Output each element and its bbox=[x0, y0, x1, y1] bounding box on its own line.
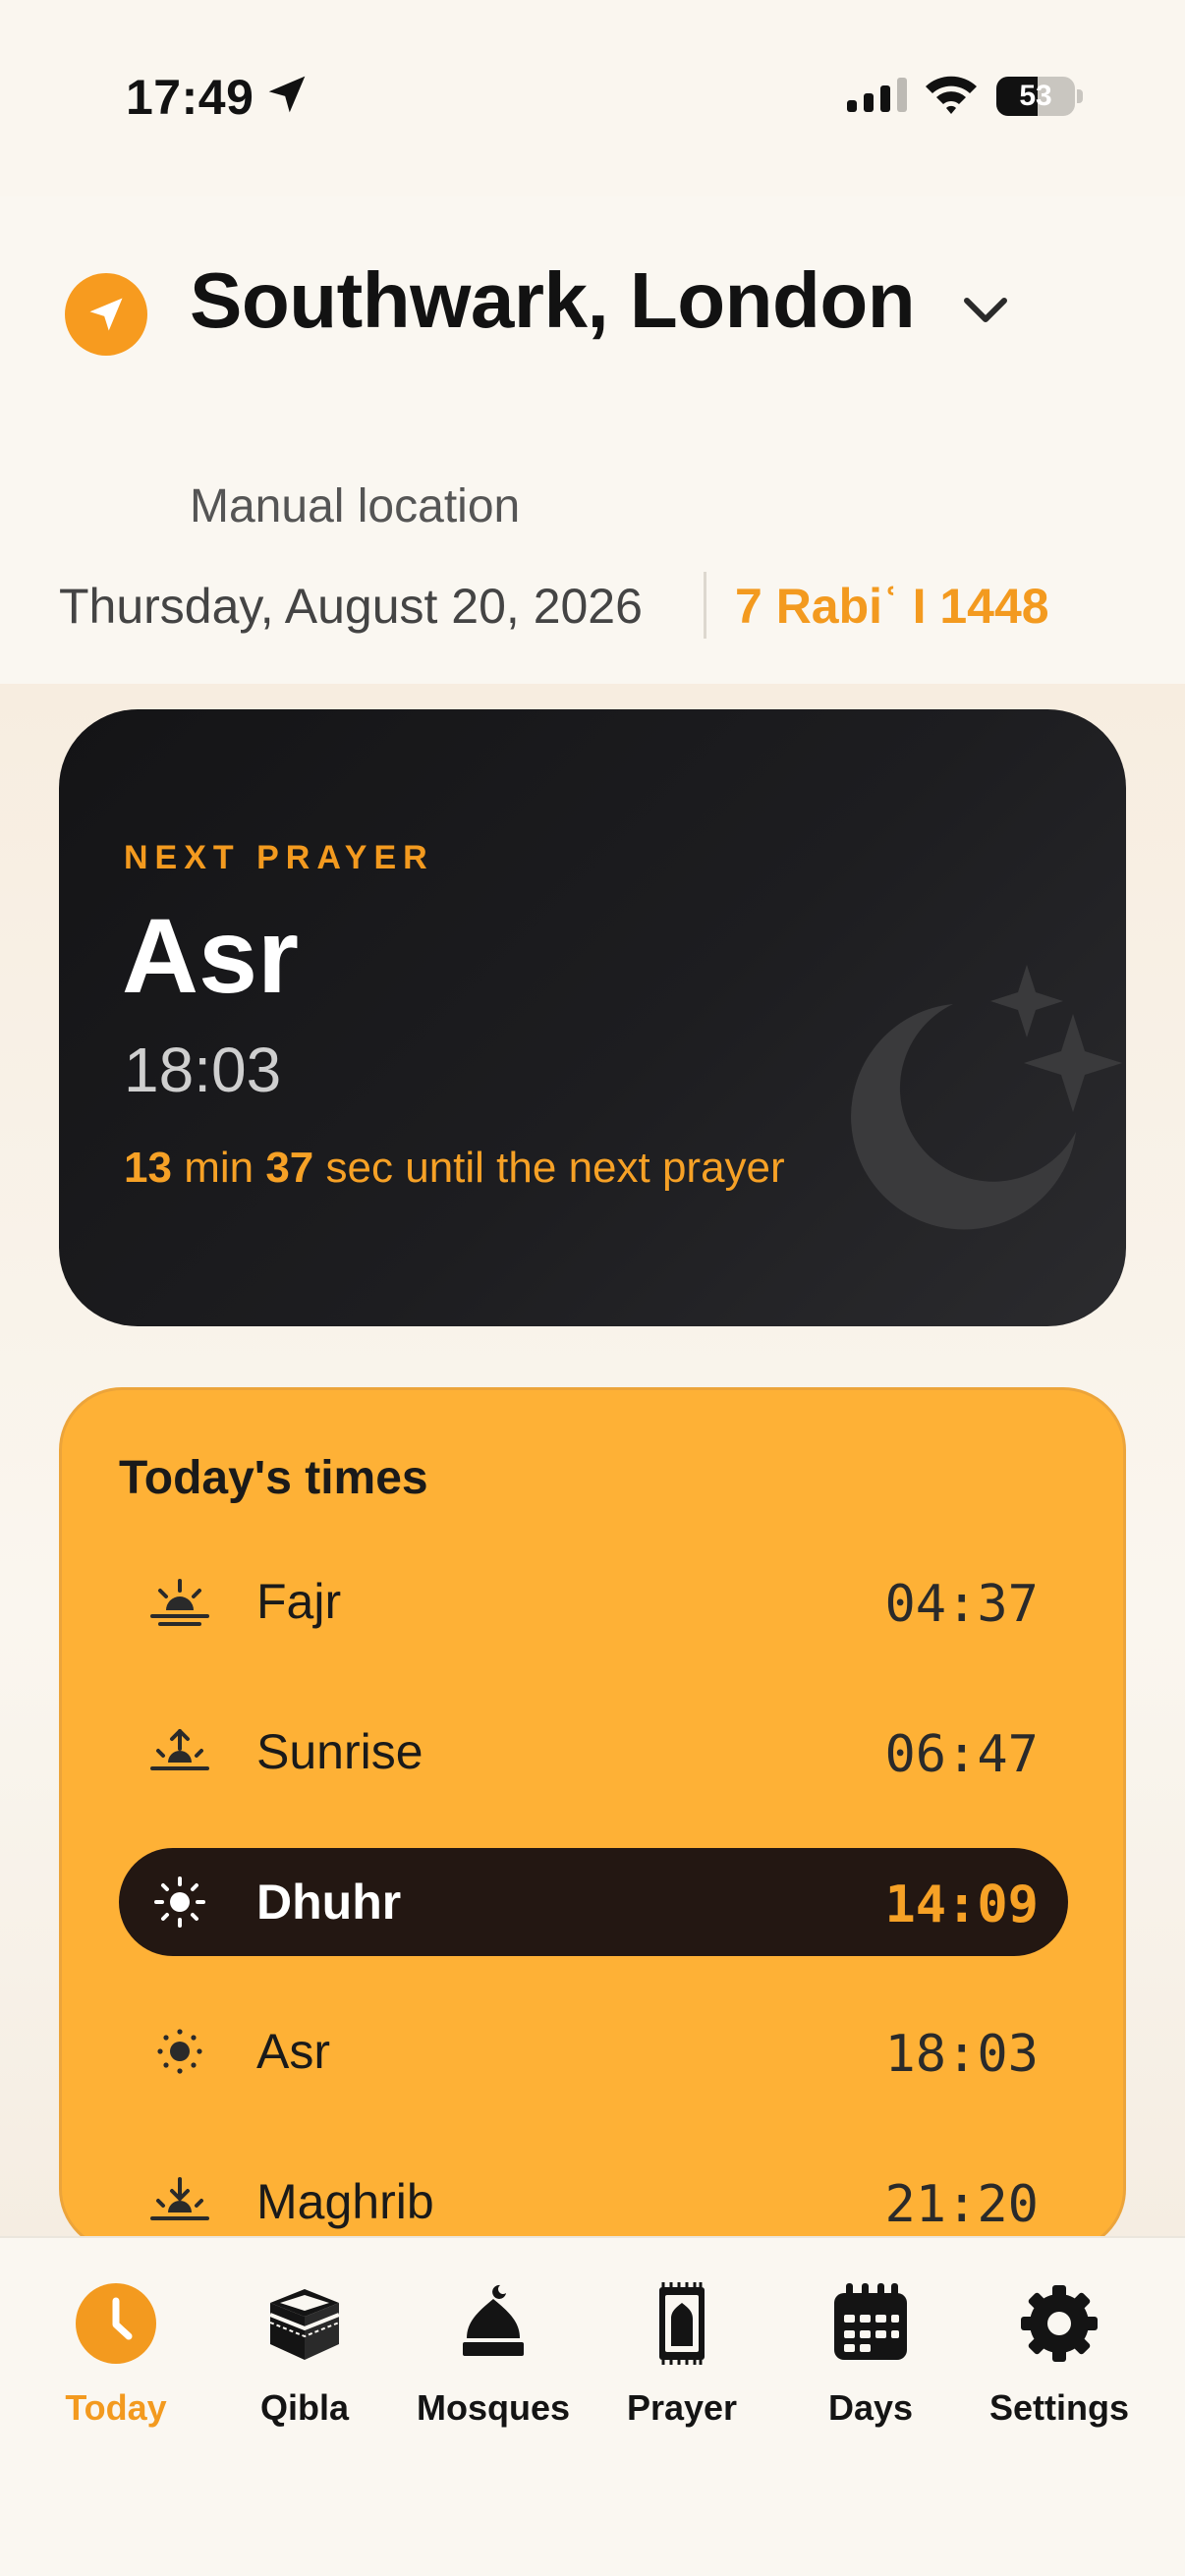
countdown-sec-unit: sec bbox=[325, 1144, 393, 1192]
prayer-row-sunrise[interactable]: Sunrise 06:47 bbox=[119, 1698, 1068, 1806]
prayer-name: Sunrise bbox=[256, 1724, 423, 1779]
tab-today[interactable]: Today bbox=[22, 2279, 210, 2428]
tab-days[interactable]: Days bbox=[776, 2279, 965, 2428]
countdown-text: 13 min 37 sec until the next prayer bbox=[124, 1144, 785, 1193]
sunset-icon bbox=[150, 2177, 209, 2220]
tab-mosques[interactable]: Mosques bbox=[399, 2279, 588, 2428]
mosque-icon bbox=[463, 2284, 524, 2356]
prayer-time: 14:09 bbox=[884, 1876, 1039, 1934]
tab-label: Today bbox=[65, 2387, 167, 2428]
prayer-name: Fajr bbox=[256, 1574, 342, 1629]
battery-level-text: 53 bbox=[1019, 80, 1052, 112]
calendar-icon bbox=[834, 2283, 907, 2360]
tab-qibla[interactable]: Qibla bbox=[210, 2279, 399, 2428]
kaaba-icon bbox=[269, 2289, 340, 2360]
next-prayer-label: NEXT PRAYER bbox=[124, 839, 434, 876]
battery-indicator: 53 bbox=[996, 77, 1083, 116]
prayer-name: Maghrib bbox=[256, 2174, 434, 2229]
navigation-arrow-icon bbox=[89, 298, 123, 331]
chevron-down-icon[interactable] bbox=[959, 291, 1012, 330]
tab-label: Days bbox=[827, 2387, 914, 2428]
next-prayer-time: 18:03 bbox=[124, 1035, 282, 1105]
tab-label: Prayer bbox=[626, 2387, 738, 2428]
hijri-date: 7 Rabiʿ I 1448 bbox=[735, 579, 1049, 634]
prayer-time: 18:03 bbox=[884, 2025, 1039, 2084]
tab-label: Mosques bbox=[416, 2387, 571, 2428]
prayer-row-dhuhr[interactable]: Dhuhr 14:09 bbox=[119, 1848, 1068, 1956]
date-divider bbox=[704, 572, 706, 639]
sunrise-icon bbox=[150, 1729, 209, 1770]
gear-icon bbox=[1021, 2285, 1098, 2362]
countdown-minutes: 13 bbox=[124, 1144, 172, 1192]
status-bar: 17:49 53 bbox=[0, 0, 1185, 196]
tab-label: Settings bbox=[988, 2387, 1129, 2428]
sun-icon bbox=[154, 1876, 205, 1928]
countdown-suffix: until the next prayer bbox=[405, 1144, 785, 1192]
moon-stars-icon bbox=[851, 965, 1122, 1230]
wifi-icon bbox=[926, 76, 977, 114]
next-prayer-name: Asr bbox=[122, 896, 300, 1015]
todays-times-card: Today's times Fajr 04:37 Sunrise 06:47 D… bbox=[59, 1387, 1126, 2252]
location-title[interactable]: Southwark, London bbox=[190, 255, 916, 346]
cellular-signal-icon bbox=[847, 78, 907, 112]
todays-times-title: Today's times bbox=[119, 1452, 428, 1504]
prayer-row-asr[interactable]: Asr 18:03 bbox=[119, 1997, 1068, 2105]
prayer-time: 06:47 bbox=[884, 1725, 1039, 1784]
sun-icon bbox=[157, 2029, 202, 2074]
prayer-name: Dhuhr bbox=[256, 1875, 402, 1930]
prayer-mat-icon bbox=[659, 2282, 705, 2365]
tab-label: Qibla bbox=[259, 2387, 350, 2428]
gregorian-date: Thursday, August 20, 2026 bbox=[59, 579, 643, 634]
prayer-time: 21:20 bbox=[884, 2175, 1039, 2234]
next-prayer-card[interactable]: NEXT PRAYER Asr 18:03 13 min 37 sec unti… bbox=[59, 709, 1126, 1326]
location-mode-label: Manual location bbox=[190, 480, 521, 532]
countdown-seconds: 37 bbox=[265, 1144, 314, 1192]
countdown-min-unit: min bbox=[184, 1144, 254, 1192]
tab-prayer[interactable]: Prayer bbox=[588, 2279, 776, 2428]
prayer-row-fajr[interactable]: Fajr 04:37 bbox=[119, 1547, 1068, 1655]
prayer-time: 04:37 bbox=[884, 1575, 1039, 1634]
status-time: 17:49 bbox=[126, 70, 254, 125]
sunrise-dawn-icon bbox=[150, 1579, 209, 1626]
tab-settings[interactable]: Settings bbox=[965, 2279, 1154, 2428]
prayer-name: Asr bbox=[256, 2024, 330, 2079]
location-arrow-icon bbox=[268, 76, 306, 113]
clock-icon bbox=[76, 2283, 156, 2364]
location-button[interactable] bbox=[65, 273, 147, 356]
